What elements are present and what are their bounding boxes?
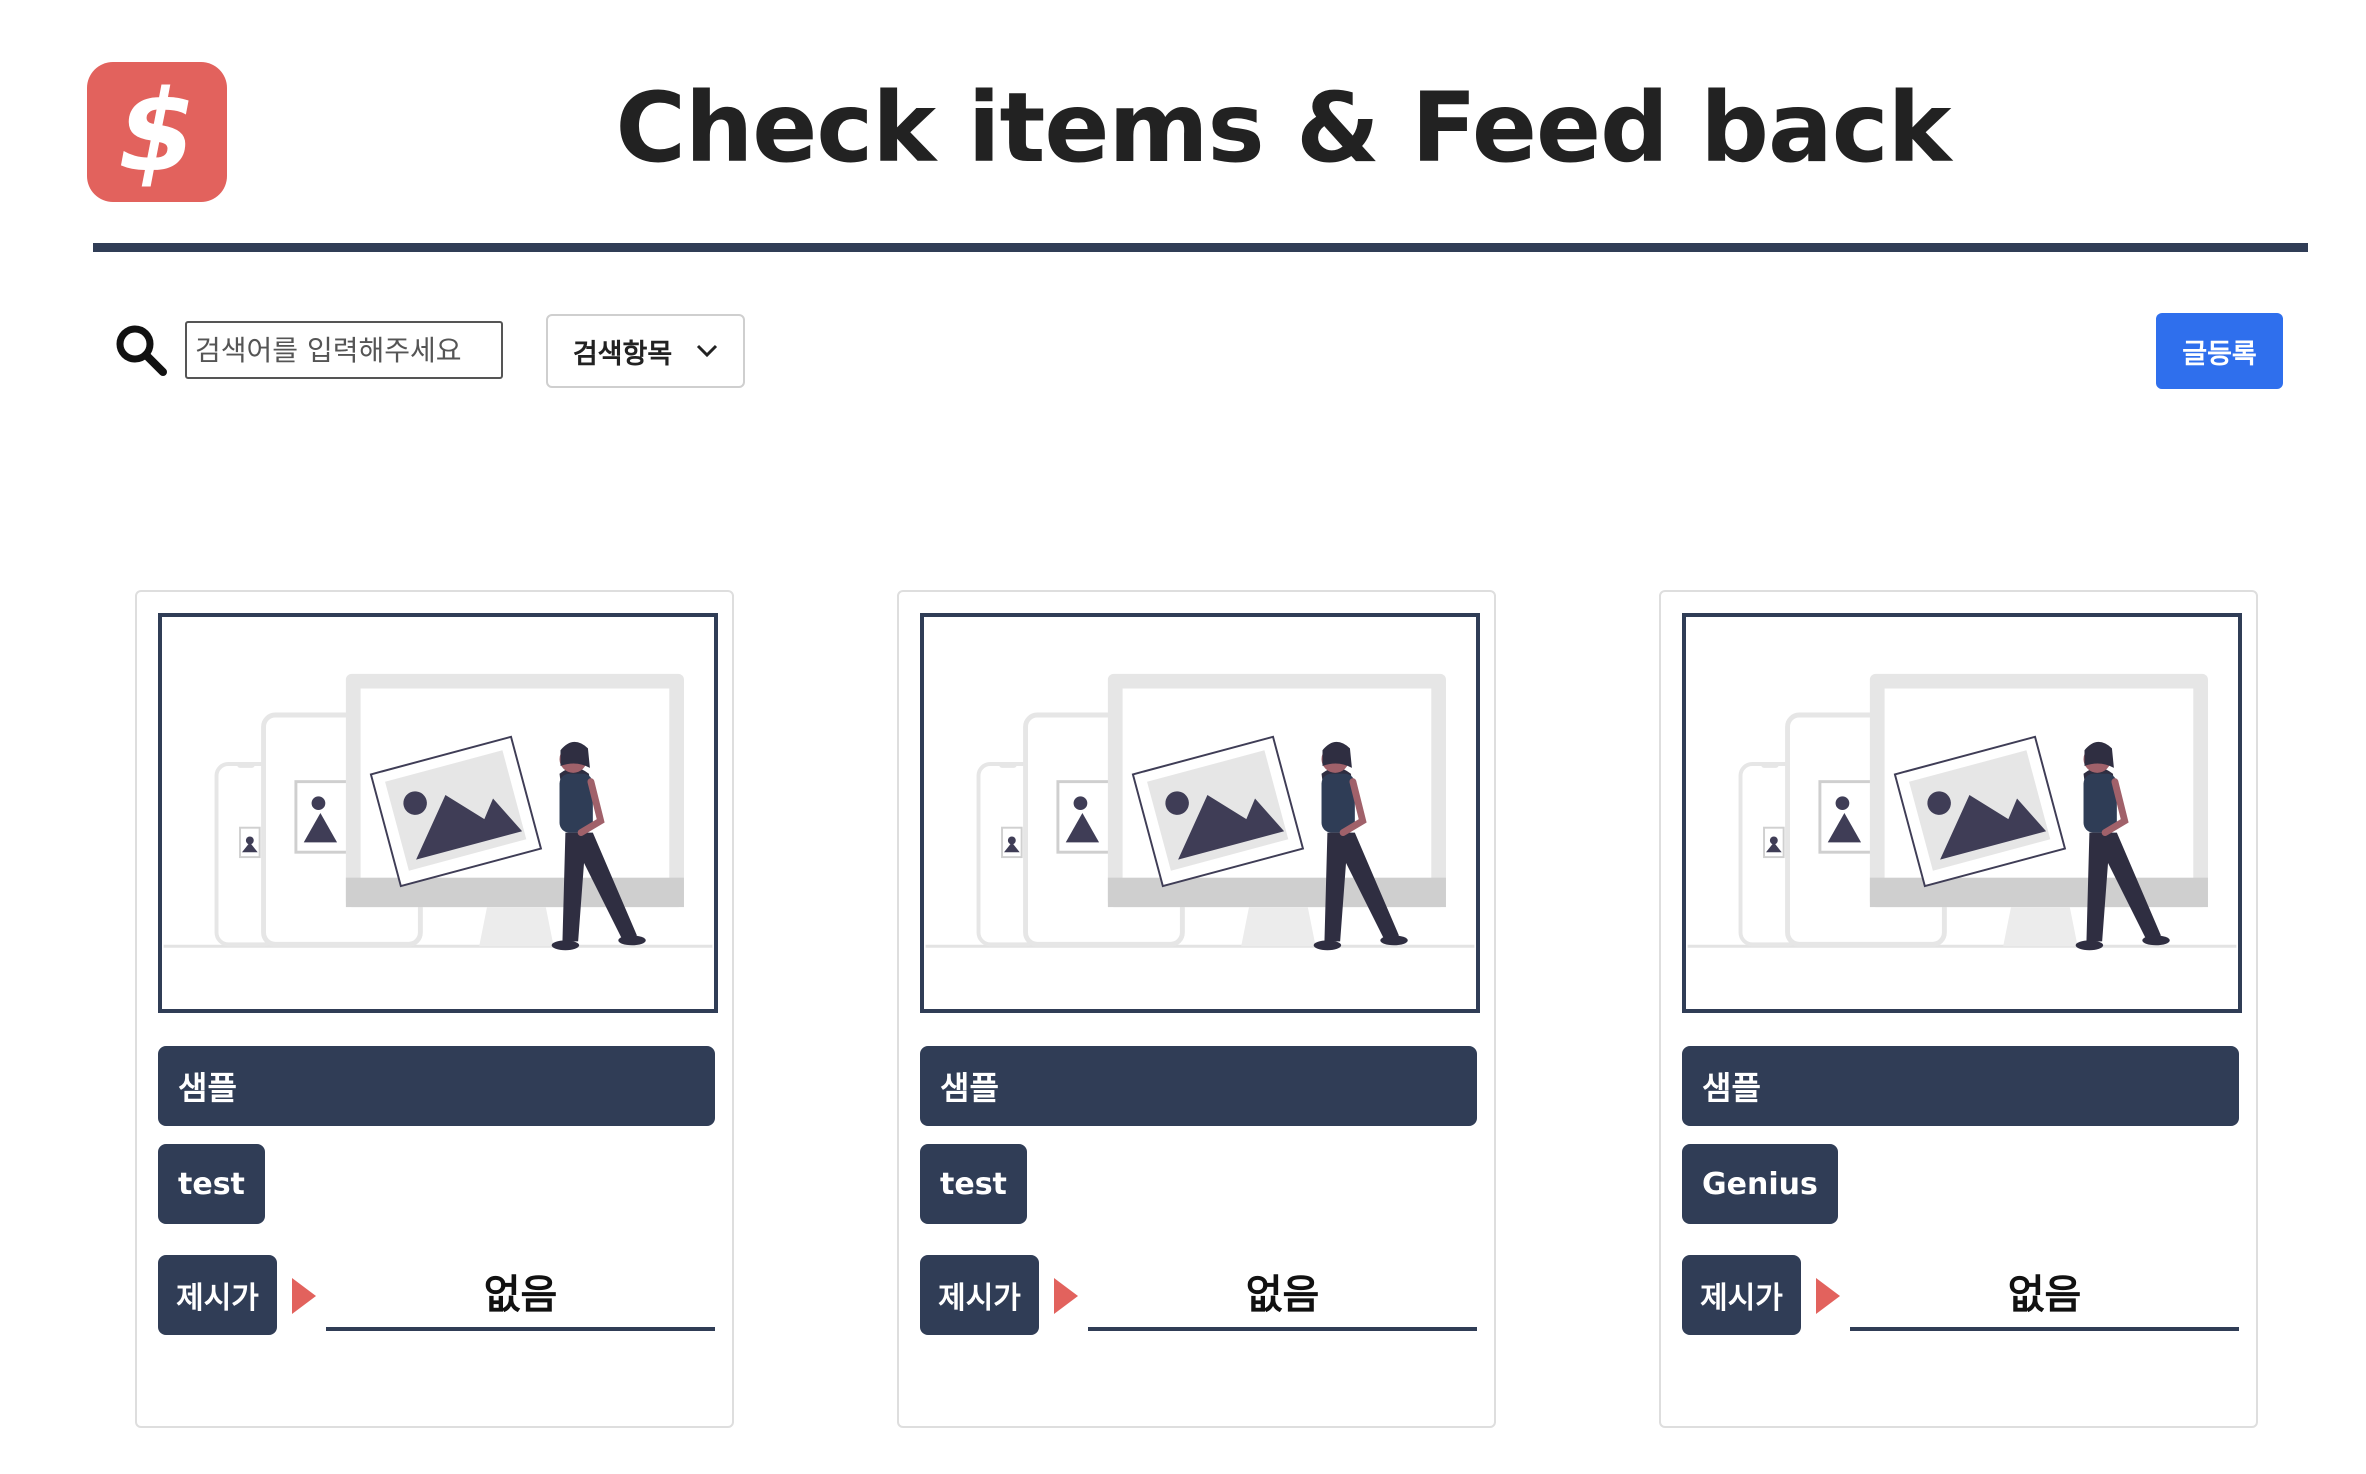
- price-value: 없음: [1850, 1255, 2239, 1331]
- card-image[interactable]: [158, 613, 718, 1013]
- item-card[interactable]: 샘플 Genius 제시가 없음: [1659, 590, 2258, 1428]
- gallery-illustration-icon: [925, 673, 1475, 951]
- item-card[interactable]: 샘플 test 제시가 없음: [135, 590, 734, 1428]
- price-label: 제시가: [1682, 1255, 1801, 1335]
- card-title[interactable]: 샘플: [920, 1046, 1477, 1126]
- search-field-select[interactable]: 검색항목: [546, 314, 745, 388]
- price-label: 제시가: [920, 1255, 1039, 1335]
- arrow-right-icon: [292, 1278, 316, 1314]
- price-value: 없음: [326, 1255, 715, 1331]
- card-tag[interactable]: test: [158, 1144, 265, 1224]
- dollar-logo-icon[interactable]: $: [87, 62, 227, 202]
- write-post-button[interactable]: 글등록: [2156, 313, 2283, 389]
- gallery-illustration-icon: [1687, 673, 2237, 951]
- page-title: Check items & Feed back: [615, 72, 1951, 184]
- search-select-label: 검색항목: [572, 338, 673, 370]
- item-card[interactable]: 샘플 test 제시가 없음: [897, 590, 1496, 1428]
- card-tag[interactable]: test: [920, 1144, 1027, 1224]
- search-input[interactable]: [185, 321, 503, 379]
- card-title[interactable]: 샘플: [1682, 1046, 2239, 1126]
- card-tag[interactable]: Genius: [1682, 1144, 1838, 1224]
- search-icon[interactable]: [114, 323, 168, 377]
- gallery-illustration-icon: [163, 673, 713, 951]
- header-divider: [93, 243, 2308, 252]
- card-image[interactable]: [1682, 613, 2242, 1013]
- card-title[interactable]: 샘플: [158, 1046, 715, 1126]
- arrow-right-icon: [1816, 1278, 1840, 1314]
- arrow-right-icon: [1054, 1278, 1078, 1314]
- price-value: 없음: [1088, 1255, 1477, 1331]
- price-label: 제시가: [158, 1255, 277, 1335]
- chevron-down-icon: [697, 344, 718, 358]
- card-image[interactable]: [920, 613, 1480, 1013]
